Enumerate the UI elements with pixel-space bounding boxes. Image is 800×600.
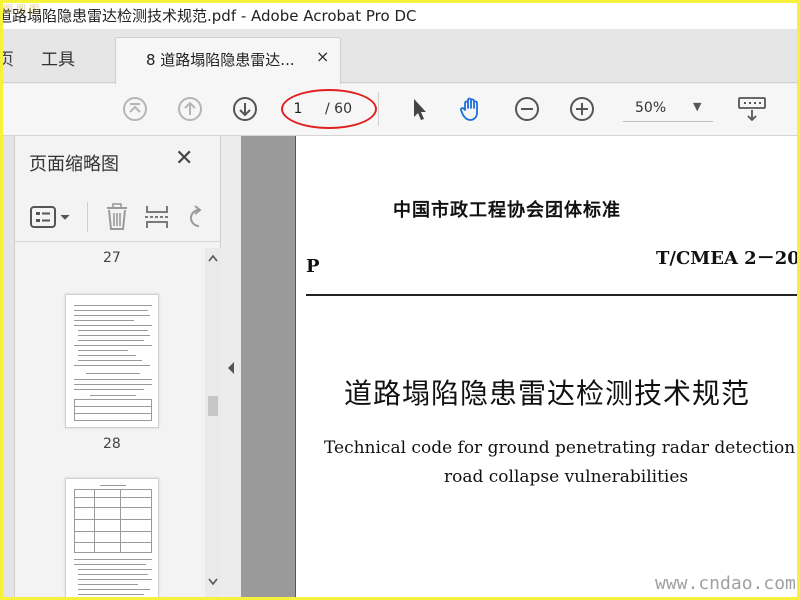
window-title: 道路塌陷隐患雷达检测技术规范.pdf - Adobe Acrobat Pro D… [3, 7, 417, 25]
tab-home[interactable]: 页 [3, 45, 14, 70]
hand-tool-icon[interactable] [457, 95, 485, 123]
tab-bar: 页 工具 8 道路塌陷隐患雷达... × [3, 29, 797, 84]
toolbar: 1 / 60 50% ▼ [3, 84, 797, 136]
zoom-value: 50% [635, 100, 667, 116]
toolbar-divider [378, 92, 379, 126]
document-title-en-line1: Technical code for ground penetrating ra… [324, 438, 797, 458]
page-thumbnail[interactable] [65, 294, 159, 428]
panel-title: 页面缩略图 [29, 154, 119, 175]
thumbnail-panel: 页面缩略图 ✕ 27 28 [15, 136, 221, 597]
title-bar: 道路塌陷隐患雷达检测技术规范.pdf - Adobe Acrobat Pro D… [3, 3, 797, 29]
collapse-panel-handle[interactable] [221, 136, 241, 597]
panel-toolbar [15, 192, 221, 242]
close-tab-button[interactable]: × [316, 47, 329, 66]
scroll-up-icon[interactable] [208, 254, 218, 262]
first-page-icon[interactable] [121, 95, 149, 123]
thumbnail-options-icon[interactable] [29, 204, 73, 230]
organization-heading: 中国市政工程协会团体标准 [393, 200, 621, 221]
zoom-dropdown[interactable]: 50% ▼ [623, 96, 713, 122]
close-panel-button[interactable]: ✕ [175, 146, 193, 171]
classification-letter: P [306, 256, 320, 277]
page-display-icon[interactable] [736, 95, 768, 123]
site-watermark: www.cndao.com [655, 573, 796, 594]
previous-page-icon[interactable] [176, 95, 204, 123]
standard-number: T/CMEA 2－201 [656, 248, 797, 269]
scrollbar-thumb[interactable] [208, 396, 218, 416]
pdf-page: 中国市政工程协会团体标准 P T/CMEA 2－201 道路塌陷隐患雷达检测技术… [295, 136, 797, 597]
tab-tools[interactable]: 工具 [41, 45, 75, 70]
tab-document-label: 8 道路塌陷隐患雷达... [146, 51, 295, 69]
thumbnail-page-number: 28 [103, 436, 121, 452]
highlight-oval [281, 89, 377, 129]
acrobat-window: 道路塌陷隐患雷达检测技术规范.pdf - Adobe Acrobat Pro D… [3, 3, 797, 597]
insert-page-icon[interactable] [143, 202, 171, 232]
panel-divider [87, 202, 88, 232]
zoom-out-icon[interactable] [513, 95, 541, 123]
panel-scrollbar[interactable] [205, 248, 221, 597]
trash-icon[interactable] [103, 202, 131, 232]
navigation-strip [3, 136, 15, 597]
header-rule [306, 294, 797, 296]
collapse-arrow-icon[interactable] [226, 361, 236, 375]
document-title-cn: 道路塌陷隐患雷达检测技术规范 [344, 377, 751, 410]
thumbnail-page-number: 27 [103, 250, 121, 266]
rotate-icon[interactable] [183, 202, 205, 232]
next-page-icon[interactable] [231, 95, 259, 123]
chevron-down-icon: ▼ [693, 100, 702, 113]
scroll-down-icon[interactable] [208, 578, 218, 586]
tab-document[interactable]: 8 道路塌陷隐患雷达... × [115, 37, 341, 84]
corner-watermark: 图 图 图 [3, 5, 40, 16]
page-thumbnail[interactable] [65, 478, 159, 597]
document-title-en-line2: road collapse vulnerabilities [444, 467, 689, 487]
select-cursor-icon[interactable] [405, 95, 433, 123]
document-margin [241, 136, 295, 597]
zoom-in-icon[interactable] [568, 95, 596, 123]
